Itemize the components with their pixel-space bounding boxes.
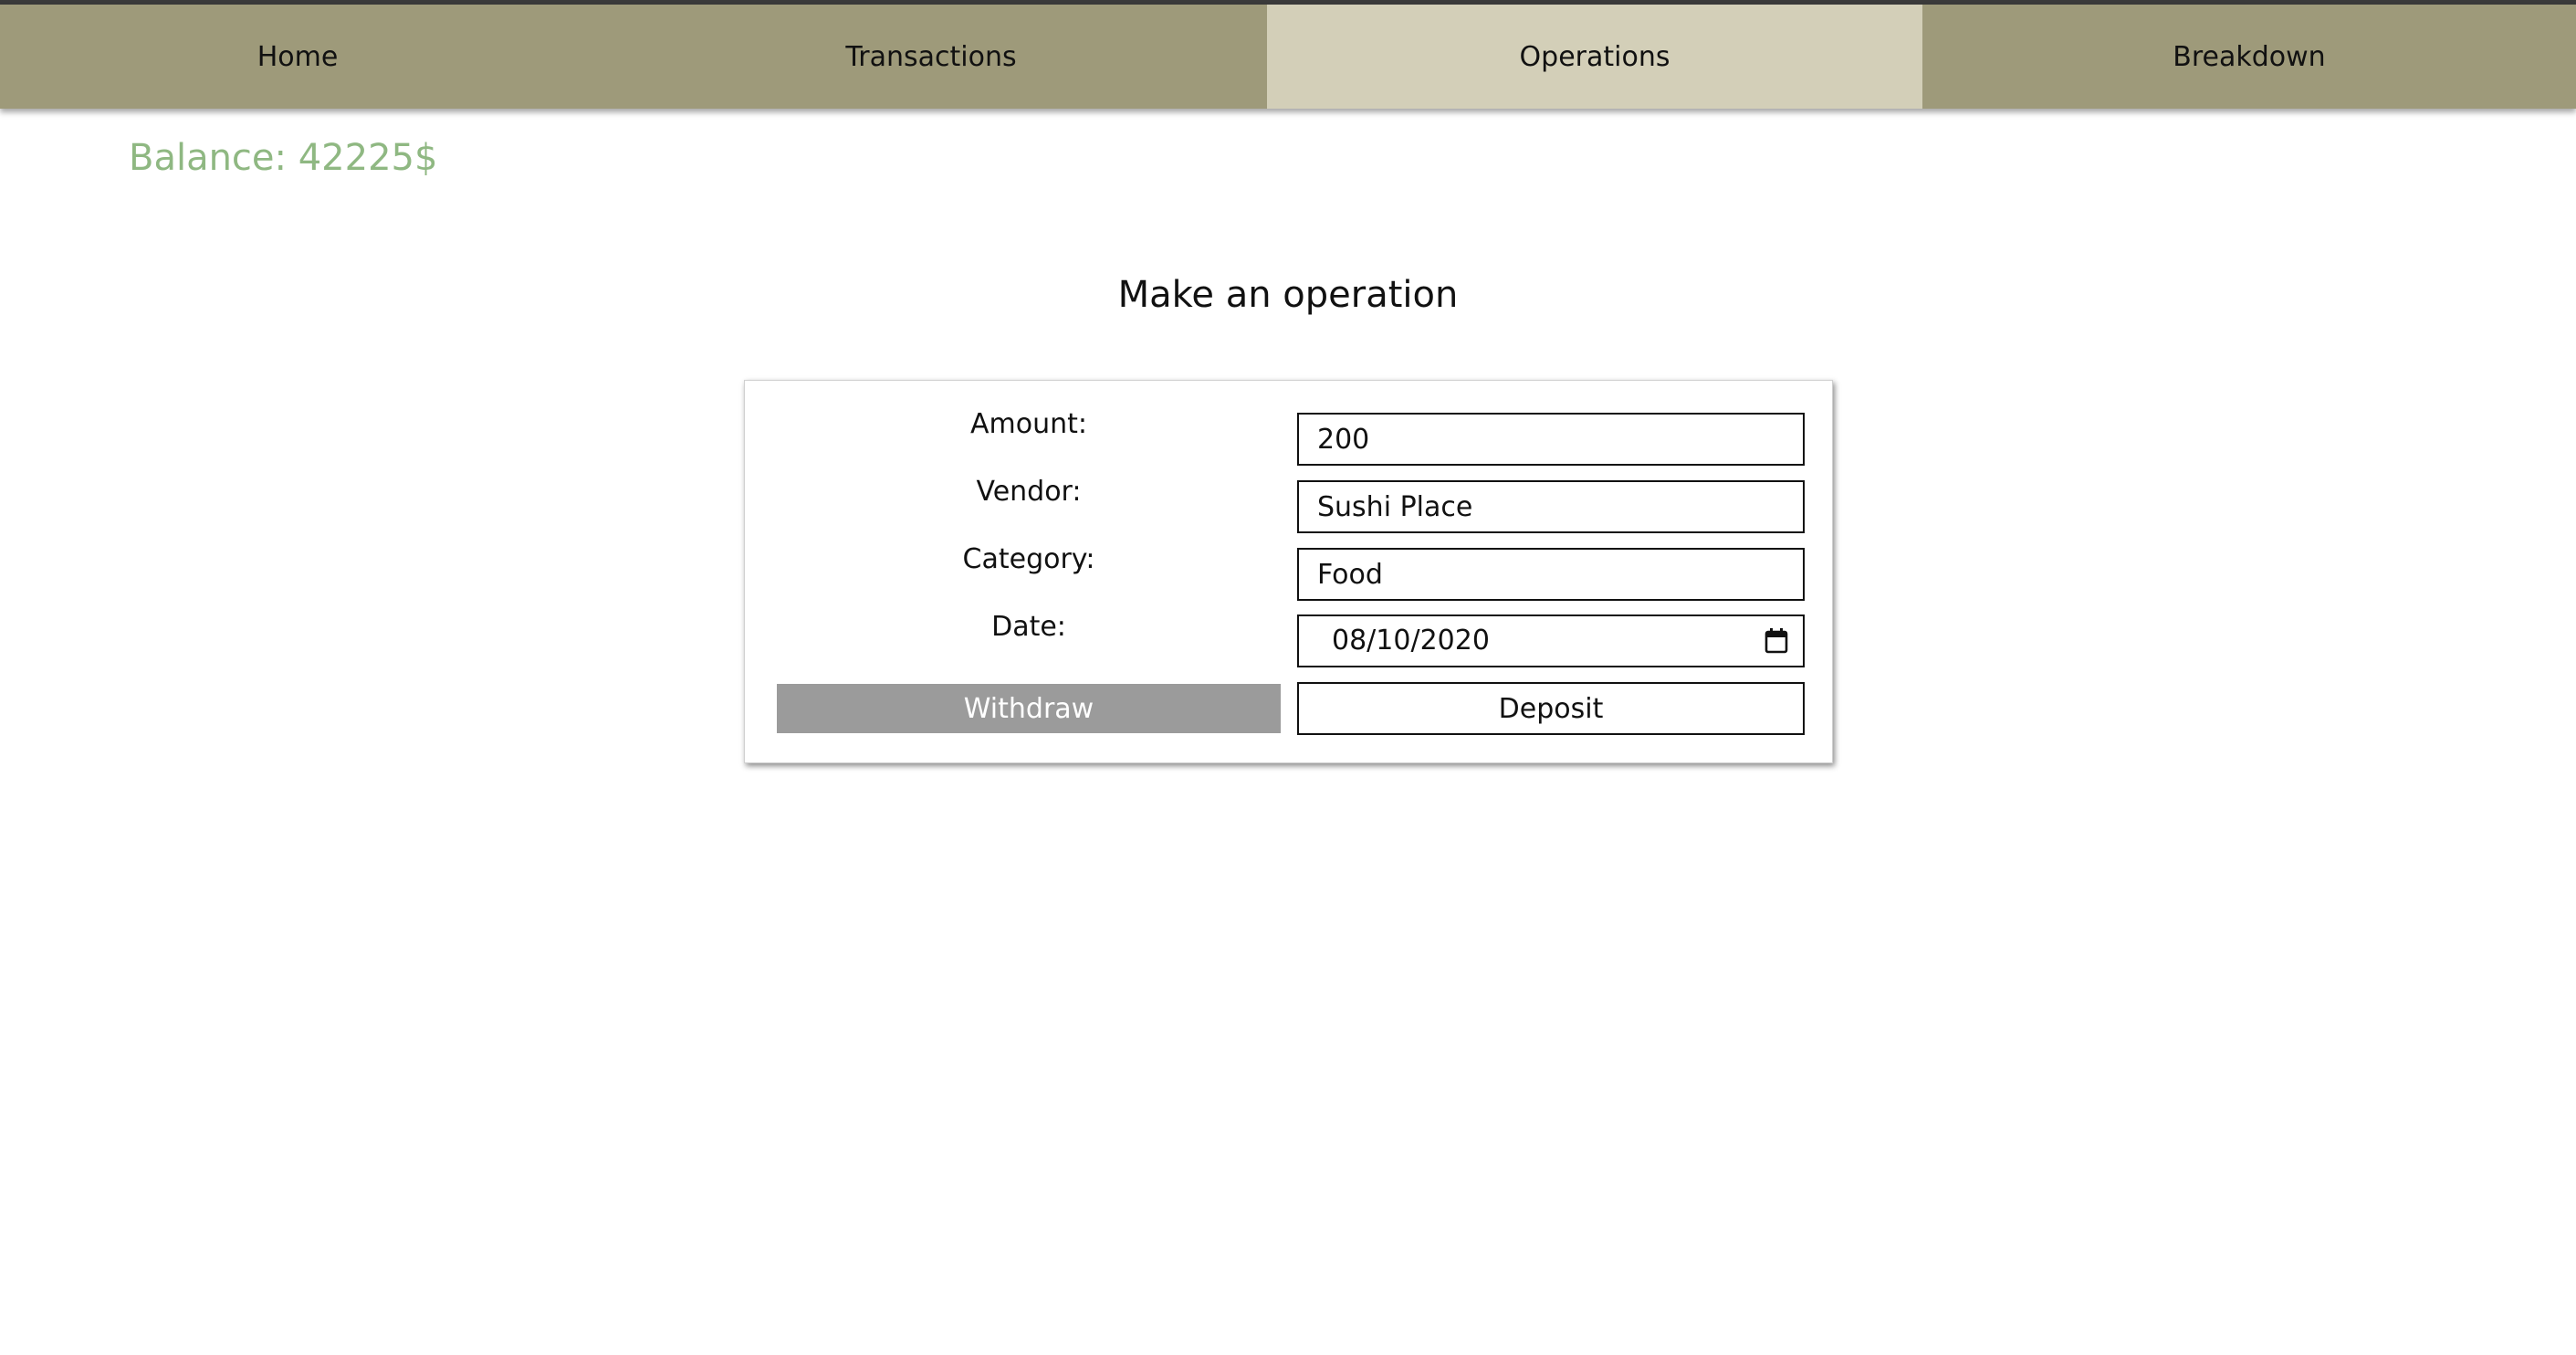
date-value[interactable]: 08/10/2020 — [1332, 616, 1490, 666]
vendor-label: Vendor: — [976, 476, 1082, 508]
nav-breakdown[interactable]: Breakdown — [1922, 5, 2576, 109]
vendor-input[interactable] — [1297, 480, 1805, 533]
category-label: Category: — [962, 543, 1095, 575]
amount-input[interactable] — [1297, 413, 1805, 466]
page-title: Make an operation — [1117, 274, 1459, 316]
balance-value: 42225$ — [298, 137, 438, 179]
operation-form: Amount: Vendor: Category: Date: 08/10/20… — [744, 380, 1833, 763]
navbar: Home Transactions Operations Breakdown — [0, 5, 2576, 109]
withdraw-button[interactable]: Withdraw — [777, 684, 1281, 733]
date-input[interactable]: 08/10/2020 — [1297, 614, 1805, 667]
deposit-button[interactable]: Deposit — [1297, 682, 1805, 735]
balance-label: Balance: — [129, 137, 298, 179]
nav-transactions[interactable]: Transactions — [595, 5, 1267, 109]
date-label: Date: — [991, 611, 1066, 643]
calendar-icon[interactable] — [1764, 628, 1788, 654]
nav-operations[interactable]: Operations — [1267, 5, 1922, 109]
category-input[interactable] — [1297, 548, 1805, 601]
amount-label: Amount: — [970, 408, 1087, 440]
nav-home[interactable]: Home — [0, 5, 595, 109]
balance-display: Balance: 42225$ — [129, 137, 437, 179]
